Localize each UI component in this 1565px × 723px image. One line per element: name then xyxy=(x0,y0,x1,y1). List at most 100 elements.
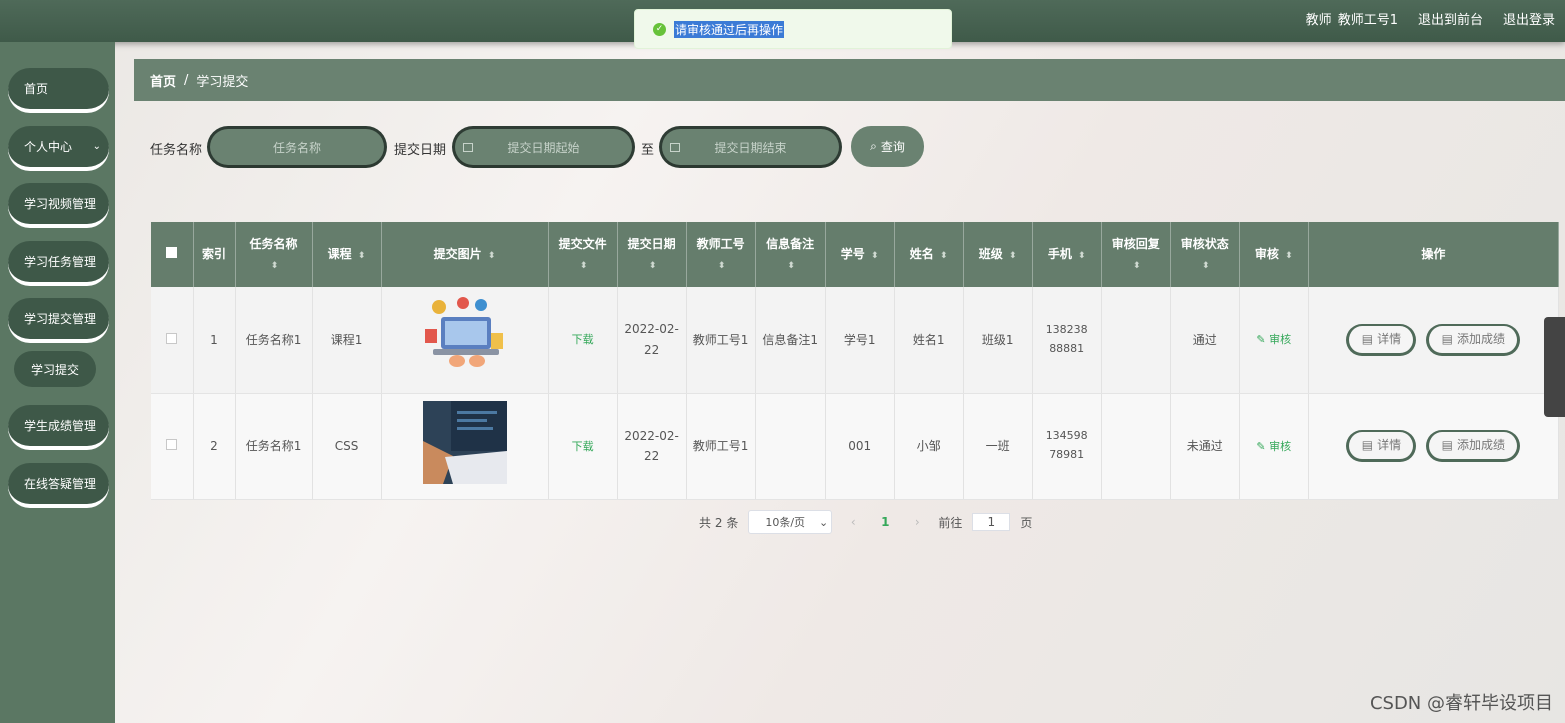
sort-icon[interactable]: ⬍ xyxy=(1133,259,1141,273)
sort-icon[interactable]: ⬍ xyxy=(271,259,279,273)
sidebar-item-label: 首页 xyxy=(24,82,49,96)
breadcrumb-home[interactable]: 首页 xyxy=(150,71,176,90)
cell-status: 未通过 xyxy=(1170,393,1240,500)
header-teacher[interactable]: 教师工号 ⬍ xyxy=(686,222,756,287)
add-score-button[interactable]: ▤ 添加成绩 xyxy=(1426,323,1521,356)
header-name[interactable]: 姓名 ⬍ xyxy=(894,222,964,287)
toast-message: 请审核通过后再操作 xyxy=(674,20,785,38)
sort-icon[interactable]: ⬍ xyxy=(488,249,496,263)
sort-icon[interactable]: ⬍ xyxy=(358,249,366,263)
date-end-placeholder: 提交日期结束 xyxy=(714,140,787,155)
sidebar-item-submit-mgmt[interactable]: 学习提交管理 xyxy=(8,298,109,342)
sidebar-item-label: 个人中心 xyxy=(24,140,73,154)
download-link[interactable]: 下载 xyxy=(572,333,594,346)
header-student-no[interactable]: 学号 ⬍ xyxy=(825,222,895,287)
sort-icon[interactable]: ⬍ xyxy=(580,259,588,273)
header-review[interactable]: 审核 ⬍ xyxy=(1239,222,1309,287)
sort-icon[interactable]: ⬍ xyxy=(1009,249,1017,263)
row-select-cell[interactable] xyxy=(151,393,194,500)
document-icon: ▤ xyxy=(1441,332,1453,347)
sort-icon[interactable]: ⬍ xyxy=(718,259,726,273)
sidebar-item-score-mgmt[interactable]: 学生成绩管理 xyxy=(8,405,109,449)
goto-page-input[interactable]: 1 xyxy=(972,513,1011,531)
cell-review: ✎ 审核 xyxy=(1239,287,1309,394)
goto-suffix: 页 xyxy=(1020,515,1033,530)
header-image[interactable]: 提交图片 ⬍ xyxy=(381,222,549,287)
sidebar-item-label: 学习提交管理 xyxy=(24,312,97,326)
calendar-icon xyxy=(670,142,680,152)
detail-button[interactable]: ▤ 详情 xyxy=(1346,430,1417,462)
row-select-cell[interactable] xyxy=(151,287,194,394)
cell-file: 下载 xyxy=(548,393,618,500)
header-phone[interactable]: 手机 ⬍ xyxy=(1032,222,1102,287)
page-size-select[interactable]: 10条/页 ⌄ xyxy=(748,510,833,534)
cell-date: 2022-02-22 xyxy=(617,393,687,500)
query-button[interactable]: ⌕ 查询 xyxy=(851,126,924,167)
sidebar-item-home[interactable]: 首页 xyxy=(8,68,109,112)
cell-task: 任务名称1 xyxy=(235,287,313,394)
sidebar-item-qa-mgmt[interactable]: 在线答疑管理 xyxy=(8,463,109,507)
header-status[interactable]: 审核状态 ⬍ xyxy=(1170,222,1240,287)
chevron-down-icon: ⌄ xyxy=(92,141,101,152)
date-start-placeholder: 提交日期起始 xyxy=(507,140,580,155)
header-task[interactable]: 任务名称 ⬍ xyxy=(235,222,313,287)
date-start-input[interactable]: 提交日期起始 xyxy=(452,126,635,168)
task-name-input[interactable]: 任务名称 xyxy=(207,126,387,168)
sort-icon[interactable]: ⬍ xyxy=(1285,249,1293,263)
sidebar-subitem-study-submit[interactable]: 学习提交 xyxy=(14,351,96,387)
document-icon: ▤ xyxy=(1361,438,1374,453)
sidebar-item-video-mgmt[interactable]: 学习视频管理 xyxy=(8,183,109,227)
cell-ops: ▤ 详情 ▤ 添加成绩 xyxy=(1308,287,1560,394)
sort-icon[interactable]: ⬍ xyxy=(787,259,795,273)
cell-teacher: 教师工号1 xyxy=(686,393,756,500)
date-end-input[interactable]: 提交日期结束 xyxy=(659,126,842,168)
cell-date: 2022-02-22 xyxy=(617,287,687,394)
header-course[interactable]: 课程 ⬍ xyxy=(312,222,382,287)
sidebar-item-label: 学习视频管理 xyxy=(24,197,97,211)
cell-name: 姓名1 xyxy=(894,287,964,394)
next-page-button[interactable]: › xyxy=(906,515,928,529)
laptop-illustration-image xyxy=(422,295,507,379)
header-date[interactable]: 提交日期 ⬍ xyxy=(617,222,687,287)
cell-index: 1 xyxy=(193,287,236,394)
sort-icon[interactable]: ⬍ xyxy=(871,249,879,263)
detail-button[interactable]: ▤ 详情 xyxy=(1346,323,1417,356)
date-range-separator: 至 xyxy=(641,143,655,158)
select-all-checkbox[interactable] xyxy=(166,246,178,258)
sort-icon[interactable]: ⬍ xyxy=(940,249,948,263)
search-icon: ⌕ xyxy=(870,139,877,153)
sort-icon[interactable]: ⬍ xyxy=(649,259,657,273)
download-link[interactable]: 下载 xyxy=(572,440,594,453)
cell-student-no: 001 xyxy=(825,393,895,500)
add-score-button[interactable]: ▤ 添加成绩 xyxy=(1426,430,1521,462)
page-number[interactable]: 1 xyxy=(874,515,896,529)
select-all-cell[interactable] xyxy=(151,222,194,287)
sidebar-subitem-label: 学习提交 xyxy=(30,362,79,377)
row-checkbox[interactable] xyxy=(166,332,178,344)
cell-student-no: 学号1 xyxy=(825,287,895,394)
review-link[interactable]: ✎ 审核 xyxy=(1256,440,1291,453)
prev-page-button[interactable]: ‹ xyxy=(842,515,864,529)
header-class[interactable]: 班级 ⬍ xyxy=(963,222,1033,287)
sort-icon[interactable]: ⬍ xyxy=(1078,249,1086,263)
header-reply[interactable]: 审核回复 ⬍ xyxy=(1101,222,1171,287)
cell-image xyxy=(381,287,549,394)
review-link[interactable]: ✎ 审核 xyxy=(1256,333,1291,346)
side-collapse-handle[interactable] xyxy=(1544,317,1565,417)
cell-review: ✎ 审核 xyxy=(1239,393,1309,500)
logout-link[interactable]: 退出登录 xyxy=(1503,9,1555,28)
sidebar-item-label: 学生成绩管理 xyxy=(24,419,97,433)
row-checkbox[interactable] xyxy=(166,438,178,450)
sidebar-item-task-mgmt[interactable]: 学习任务管理 xyxy=(8,241,109,285)
header-note[interactable]: 信息备注 ⬍ xyxy=(755,222,826,287)
exit-to-front-link[interactable]: 退出到前台 xyxy=(1418,9,1483,28)
submit-date-label: 提交日期 xyxy=(394,143,447,158)
cell-note: 信息备注1 xyxy=(755,287,826,394)
sidebar-item-label: 学习任务管理 xyxy=(24,255,97,269)
sort-icon[interactable]: ⬍ xyxy=(1202,259,1210,273)
sidebar-item-profile[interactable]: 个人中心 ⌄ xyxy=(8,126,109,170)
header-file[interactable]: 提交文件 ⬍ xyxy=(548,222,618,287)
notification-toast: ✓ 请审核通过后再操作 xyxy=(634,9,952,49)
cell-task: 任务名称1 xyxy=(235,393,313,500)
cell-class: 一班 xyxy=(963,393,1033,500)
